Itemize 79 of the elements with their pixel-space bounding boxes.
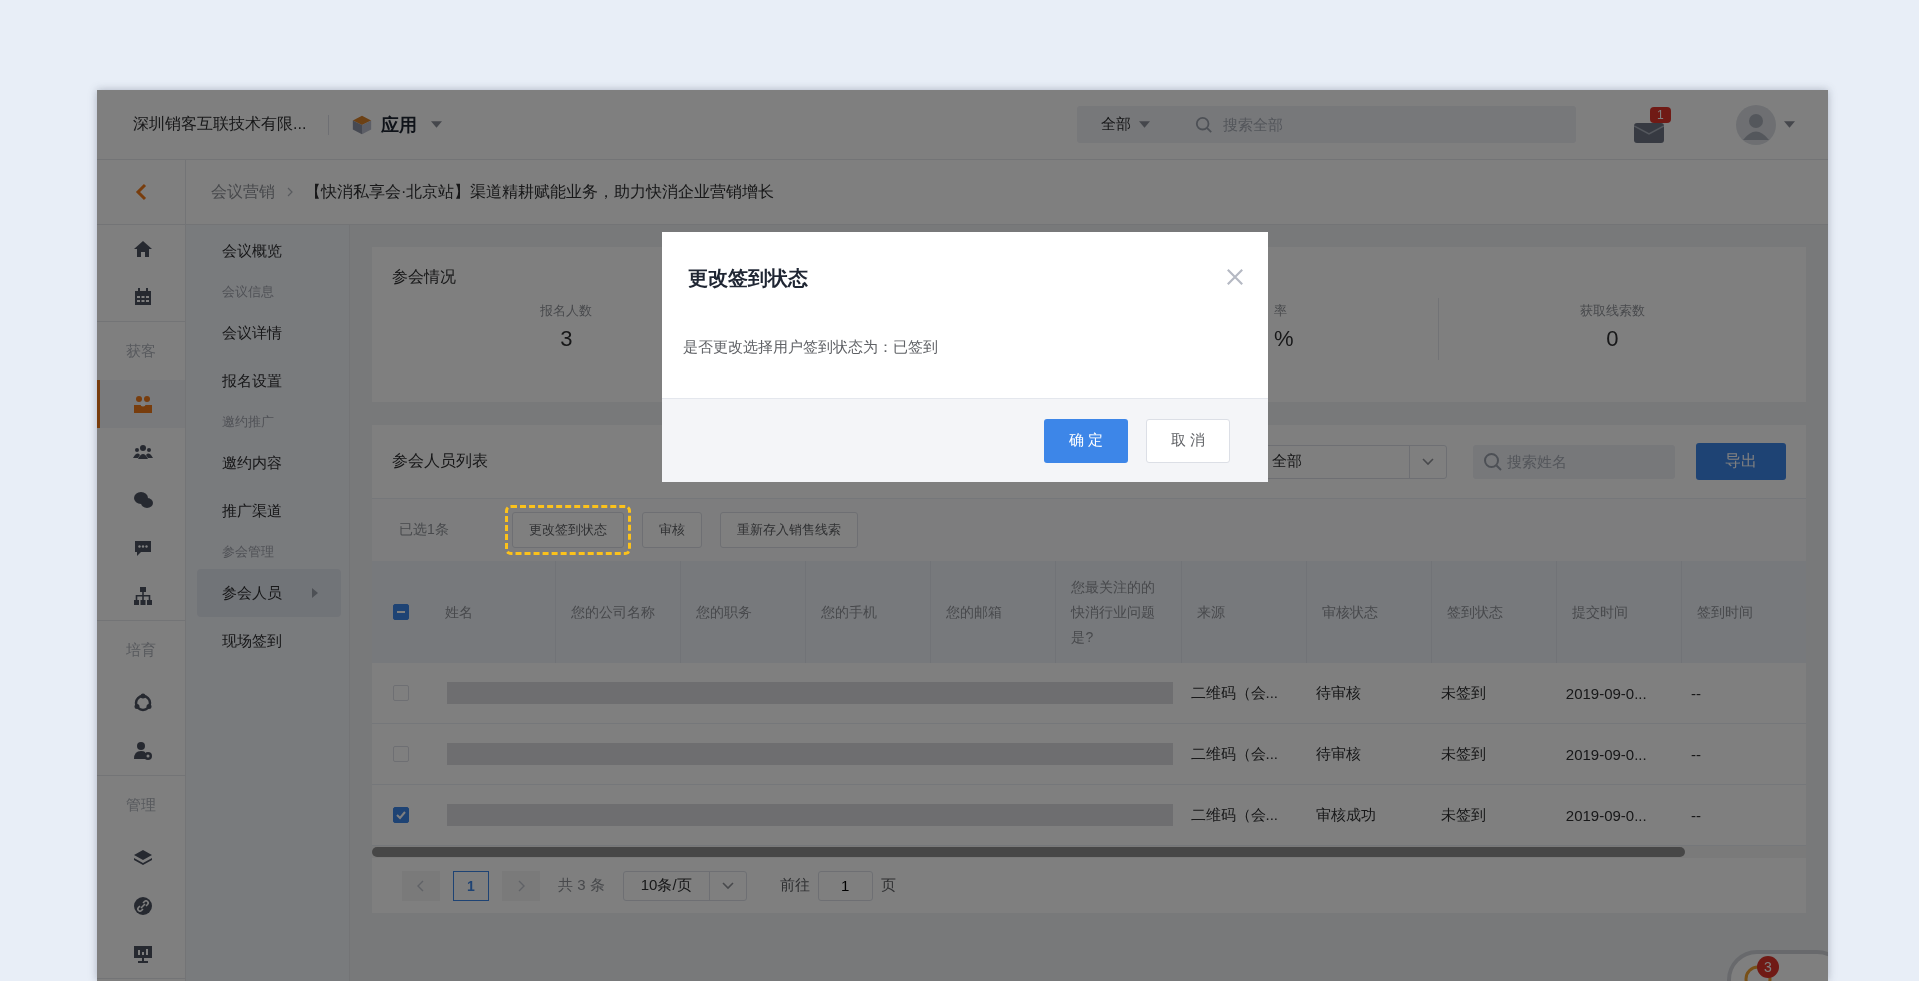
cancel-button[interactable]: 取 消 — [1146, 418, 1230, 463]
chat-widget[interactable]: 3 — [1727, 950, 1828, 981]
table-cell: 二维码（会... — [1190, 744, 1279, 762]
table-cell: 2019-09-0... — [1565, 684, 1647, 702]
close-icon[interactable] — [1226, 268, 1244, 286]
table-cell: 2019-09-0... — [1565, 745, 1647, 763]
page-number[interactable]: 1 — [453, 870, 489, 901]
app-menu[interactable]: 应用 — [381, 112, 418, 137]
subnav-item[interactable]: 邀约内容 — [186, 439, 349, 487]
table-cell: -- — [1690, 684, 1701, 702]
chat-bubbles-icon — [132, 490, 153, 510]
subnav-item[interactable]: 参会人员 — [197, 569, 341, 617]
search-icon — [1483, 451, 1503, 472]
table-cell: 待审核 — [1315, 683, 1361, 701]
calendar-icon — [132, 287, 153, 307]
table-cell: -- — [1690, 745, 1701, 763]
stat-value: 3 — [560, 326, 573, 352]
table-cell: 2019-09-0... — [1565, 806, 1647, 824]
page-input[interactable]: 1 — [817, 870, 873, 901]
company-name: 深圳销客互联技术有限... — [133, 114, 307, 134]
page-suffix: 页 — [880, 876, 896, 895]
link-icon — [132, 896, 153, 916]
confirm-button[interactable]: 确 定 — [1044, 418, 1128, 463]
dialog-title: 更改签到状态 — [688, 266, 808, 291]
table-cell: 二维码（会... — [1190, 683, 1279, 701]
chevron-icon — [287, 187, 293, 197]
export-button[interactable]: 导出 — [1696, 443, 1786, 480]
presentation-icon — [132, 944, 153, 964]
table-cell: 未签到 — [1440, 805, 1486, 823]
user-gear-icon — [132, 741, 153, 761]
subnav-item[interactable]: 报名设置 — [186, 357, 349, 405]
dialog-message: 是否更改选择用户签到状态为：已签到 — [683, 337, 938, 357]
table-cell: 二维码（会... — [1190, 805, 1279, 823]
table-cell: 待审核 — [1315, 744, 1361, 762]
table-cell: -- — [1690, 806, 1701, 824]
cycle-icon — [132, 693, 153, 713]
action-button[interactable]: 更改签到状态 — [511, 512, 624, 548]
avatar-icon[interactable] — [1736, 104, 1776, 145]
cube-icon — [351, 113, 374, 136]
subnav-item[interactable]: 现场签到 — [186, 617, 349, 665]
chevron-down-icon — [721, 881, 734, 890]
search-icon — [1195, 115, 1213, 134]
home-icon — [132, 239, 153, 259]
envelope-icon — [1634, 120, 1664, 143]
notification-badge: 3 — [1757, 956, 1779, 978]
table-cell: 未签到 — [1440, 683, 1486, 701]
caret-icon — [1139, 121, 1150, 128]
message-icon — [132, 538, 153, 558]
table-cell: 未签到 — [1440, 744, 1486, 762]
search-scope-dropdown[interactable]: 全部 — [1101, 115, 1131, 134]
layers-icon — [132, 848, 153, 868]
goto-label: 前往 — [779, 876, 810, 895]
caret-icon — [1784, 121, 1795, 128]
chevron-down-icon — [1422, 457, 1434, 466]
row-checkbox[interactable] — [393, 807, 409, 823]
select-all-checkbox[interactable] — [393, 604, 409, 620]
stat-value: % — [1274, 326, 1294, 352]
team-icon — [132, 442, 153, 462]
horizontal-scrollbar[interactable] — [372, 847, 1685, 857]
caret-icon — [431, 121, 443, 128]
stat-value: 0 — [1606, 326, 1619, 352]
subnav-item[interactable]: 会议概览 — [186, 227, 349, 275]
breadcrumb-current: 【快消私享会·北京站】渠道精耕赋能业务，助力快消企业营销增长 — [305, 181, 775, 202]
people-icon — [132, 394, 153, 414]
action-button[interactable]: 重新存入销售线索 — [719, 512, 858, 548]
mail-button[interactable]: 1 — [1634, 106, 1680, 143]
chevron-left-icon — [417, 879, 425, 892]
notification-badge: 1 — [1650, 106, 1671, 123]
table-cell: 审核成功 — [1315, 805, 1376, 823]
org-chart-icon — [132, 586, 153, 606]
card-title: 参会情况 — [392, 267, 456, 287]
nav-rail-item[interactable] — [97, 380, 185, 428]
action-button[interactable]: 审核 — [641, 512, 702, 548]
card-title: 参会人员列表 — [392, 451, 488, 471]
chevron-right-icon — [517, 879, 525, 892]
subnav-item[interactable]: 会议详情 — [186, 309, 349, 357]
subnav-item[interactable]: 推广渠道 — [186, 487, 349, 535]
back-icon[interactable] — [135, 183, 147, 201]
page-size-dropdown[interactable]: 10条/页 — [622, 870, 747, 901]
